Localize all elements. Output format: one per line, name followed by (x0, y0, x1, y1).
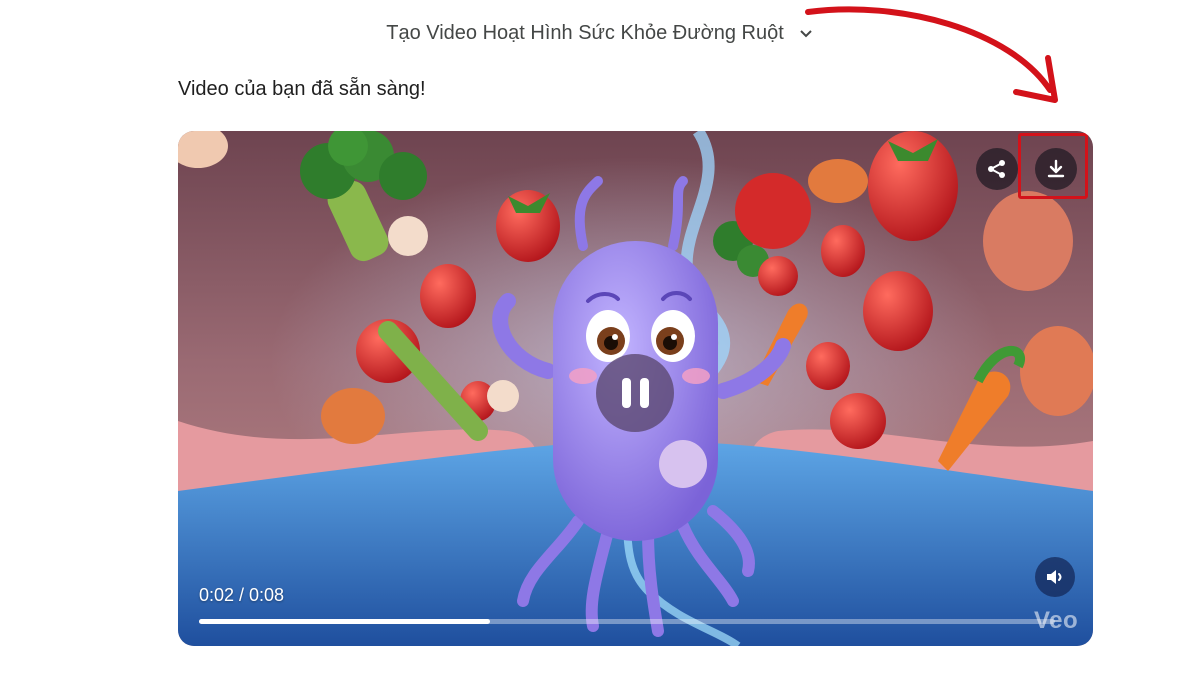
video-player[interactable]: 0:02 / 0:08 Veo (178, 131, 1093, 646)
progress-bar[interactable] (199, 619, 1055, 624)
page-title: Tạo Video Hoạt Hình Sức Khỏe Đường Ruột (386, 21, 784, 44)
download-icon (1047, 159, 1065, 178)
playback-time: 0:02 / 0:08 (199, 585, 285, 605)
share-icon (988, 160, 1005, 178)
pause-button[interactable] (596, 354, 674, 432)
pause-icon-bar (639, 378, 649, 408)
pause-icon (621, 378, 631, 408)
response-message: Video của bạn đã sẵn sàng! (178, 78, 426, 100)
share-button[interactable] (976, 148, 1018, 190)
chevron-down-icon (798, 25, 814, 41)
download-button[interactable] (1035, 148, 1077, 190)
volume-icon (1047, 570, 1062, 584)
volume-button[interactable] (1035, 557, 1075, 597)
conversation-title-dropdown[interactable]: Tạo Video Hoạt Hình Sức Khỏe Đường Ruột (0, 18, 1200, 48)
veo-watermark: Veo (1034, 607, 1079, 634)
progress-fill (199, 619, 491, 624)
